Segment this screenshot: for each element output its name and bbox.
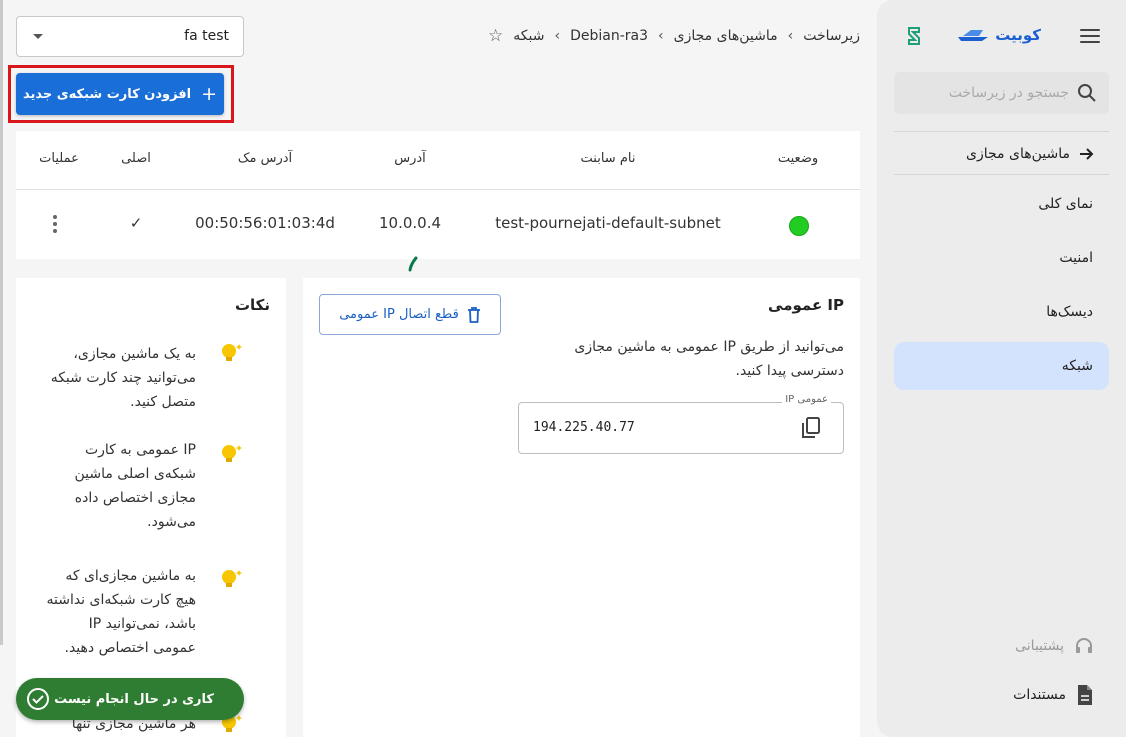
brand-logo[interactable]: کوبیت xyxy=(957,26,1041,44)
plus-icon: + xyxy=(201,83,218,105)
page-left-edge xyxy=(0,0,3,645)
add-network-card-button[interactable]: + افزودن کارت شبکه‌ی جدید xyxy=(16,73,224,115)
notes-title: نکات xyxy=(234,296,270,314)
back-label: ماشین‌های مجازی xyxy=(966,146,1070,162)
breadcrumb-item[interactable]: زیرساخت xyxy=(803,28,860,44)
sidebar-item-label: شبکه xyxy=(1061,358,1093,374)
project-select-value: fa test xyxy=(184,28,229,44)
partner-logo-icon xyxy=(908,27,920,45)
sidebar: کوبیت جستجو در زیرساخت ماشین‌های مجازی ن… xyxy=(877,0,1126,737)
row-actions-menu-icon[interactable] xyxy=(53,215,57,236)
primary-check-icon: ✓ xyxy=(129,214,143,232)
chevron-left-icon: › xyxy=(787,28,794,44)
document-icon xyxy=(1078,685,1092,705)
breadcrumb-current: شبکه xyxy=(513,28,545,44)
support-link[interactable]: پشتیبانی xyxy=(1015,636,1094,656)
public-ip-title: IP عمومی xyxy=(768,296,844,314)
sidebar-item-disks[interactable]: دیسک‌ها xyxy=(894,288,1109,336)
note-item: IP عمومی به کارت شبکه‌ی اصلی ماشین مجازی… xyxy=(74,442,196,530)
status-toast[interactable]: کاری در حال انجام نیست xyxy=(16,678,244,720)
loading-spinner-icon xyxy=(408,256,418,272)
column-header-address: آدرس xyxy=(394,151,426,166)
column-header-subnet: نام سابنت xyxy=(580,151,636,166)
breadcrumb-item[interactable]: ماشین‌های مجازی xyxy=(674,28,778,44)
notes-card: نکات به یک ماشین مجازی، می‌توانید چند کا… xyxy=(16,278,286,737)
chevron-left-icon: › xyxy=(658,28,664,44)
docs-link[interactable]: مستندات xyxy=(1013,684,1094,706)
cell-subnet: test-pournejati-default-subnet xyxy=(495,214,721,232)
disconnect-label: قطع اتصال IP عمومی xyxy=(339,307,459,322)
search-placeholder: جستجو در زیرساخت xyxy=(948,85,1069,101)
column-header-status: وضعیت xyxy=(777,151,819,166)
sidebar-item-label: دیسک‌ها xyxy=(1046,304,1093,320)
sidebar-item-network[interactable]: شبکه xyxy=(894,342,1109,390)
column-header-primary: اصلی xyxy=(121,151,151,166)
docs-label: مستندات xyxy=(1013,687,1066,703)
column-header-actions: عملیات xyxy=(39,151,79,166)
lightbulb-icon xyxy=(222,344,242,361)
public-ip-field-label: IP عمومی xyxy=(782,394,831,405)
divider xyxy=(894,131,1109,132)
menu-icon[interactable] xyxy=(1080,29,1100,43)
trash-icon xyxy=(467,306,480,323)
arrow-right-icon xyxy=(1080,148,1094,160)
divider xyxy=(894,174,1109,175)
sidebar-search-input[interactable]: جستجو در زیرساخت xyxy=(894,72,1109,114)
toast-label: کاری در حال انجام نیست xyxy=(54,691,214,707)
breadcrumb: زیرساخت › ماشین‌های مجازی › Debian-ra3 ›… xyxy=(488,26,860,46)
star-icon[interactable]: ☆ xyxy=(488,26,503,46)
headset-icon xyxy=(1076,638,1092,653)
lightbulb-icon xyxy=(222,570,242,587)
search-icon xyxy=(1078,84,1096,102)
sidebar-item-label: نمای کلی xyxy=(1038,196,1093,212)
sidebar-header: کوبیت xyxy=(877,24,1126,50)
breadcrumb-item[interactable]: Debian-ra3 xyxy=(570,28,648,44)
note-item: به یک ماشین مجازی، می‌توانید چند کارت شب… xyxy=(50,346,196,410)
public-ip-value: 194.225.40.77 xyxy=(533,420,635,435)
support-label: پشتیبانی xyxy=(1015,638,1064,654)
caret-down-icon xyxy=(33,34,43,39)
add-button-label: افزودن کارت شبکه‌ی جدید xyxy=(22,86,192,102)
public-ip-card: IP عمومی می‌توانید از طریق IP عمومی به م… xyxy=(303,278,860,737)
divider xyxy=(16,189,860,190)
sidebar-item-security[interactable]: امنیت xyxy=(894,234,1109,282)
disconnect-public-ip-button[interactable]: قطع اتصال IP عمومی xyxy=(319,294,501,335)
project-select[interactable]: fa test xyxy=(16,16,244,57)
status-indicator xyxy=(789,216,809,236)
network-cards-table: وضعیت نام سابنت آدرس آدرس مک اصلی عملیات… xyxy=(16,131,860,259)
cell-address: 10.0.0.4 xyxy=(378,214,442,232)
check-circle-icon xyxy=(27,688,49,710)
public-ip-field[interactable]: IP عمومی 194.225.40.77 xyxy=(518,394,844,454)
cell-mac: 00:50:56:01:03:4d xyxy=(195,214,335,232)
column-header-mac: آدرس مک xyxy=(237,151,293,166)
lightbulb-icon xyxy=(222,445,242,462)
public-ip-description: می‌توانید از طریق IP عمومی به ماشین مجاز… xyxy=(574,339,844,379)
chevron-left-icon: › xyxy=(554,28,561,44)
boat-logo-icon xyxy=(958,30,989,41)
sidebar-item-overview[interactable]: نمای کلی xyxy=(894,180,1109,228)
sidebar-item-label: امنیت xyxy=(1059,250,1093,266)
brand-name: کوبیت xyxy=(995,26,1041,44)
copy-icon[interactable] xyxy=(801,417,821,439)
note-item: به ماشین مجازی‌ای که هیچ کارت شبکه‌ای ند… xyxy=(46,568,196,656)
back-to-vms-link[interactable]: ماشین‌های مجازی xyxy=(966,146,1094,162)
